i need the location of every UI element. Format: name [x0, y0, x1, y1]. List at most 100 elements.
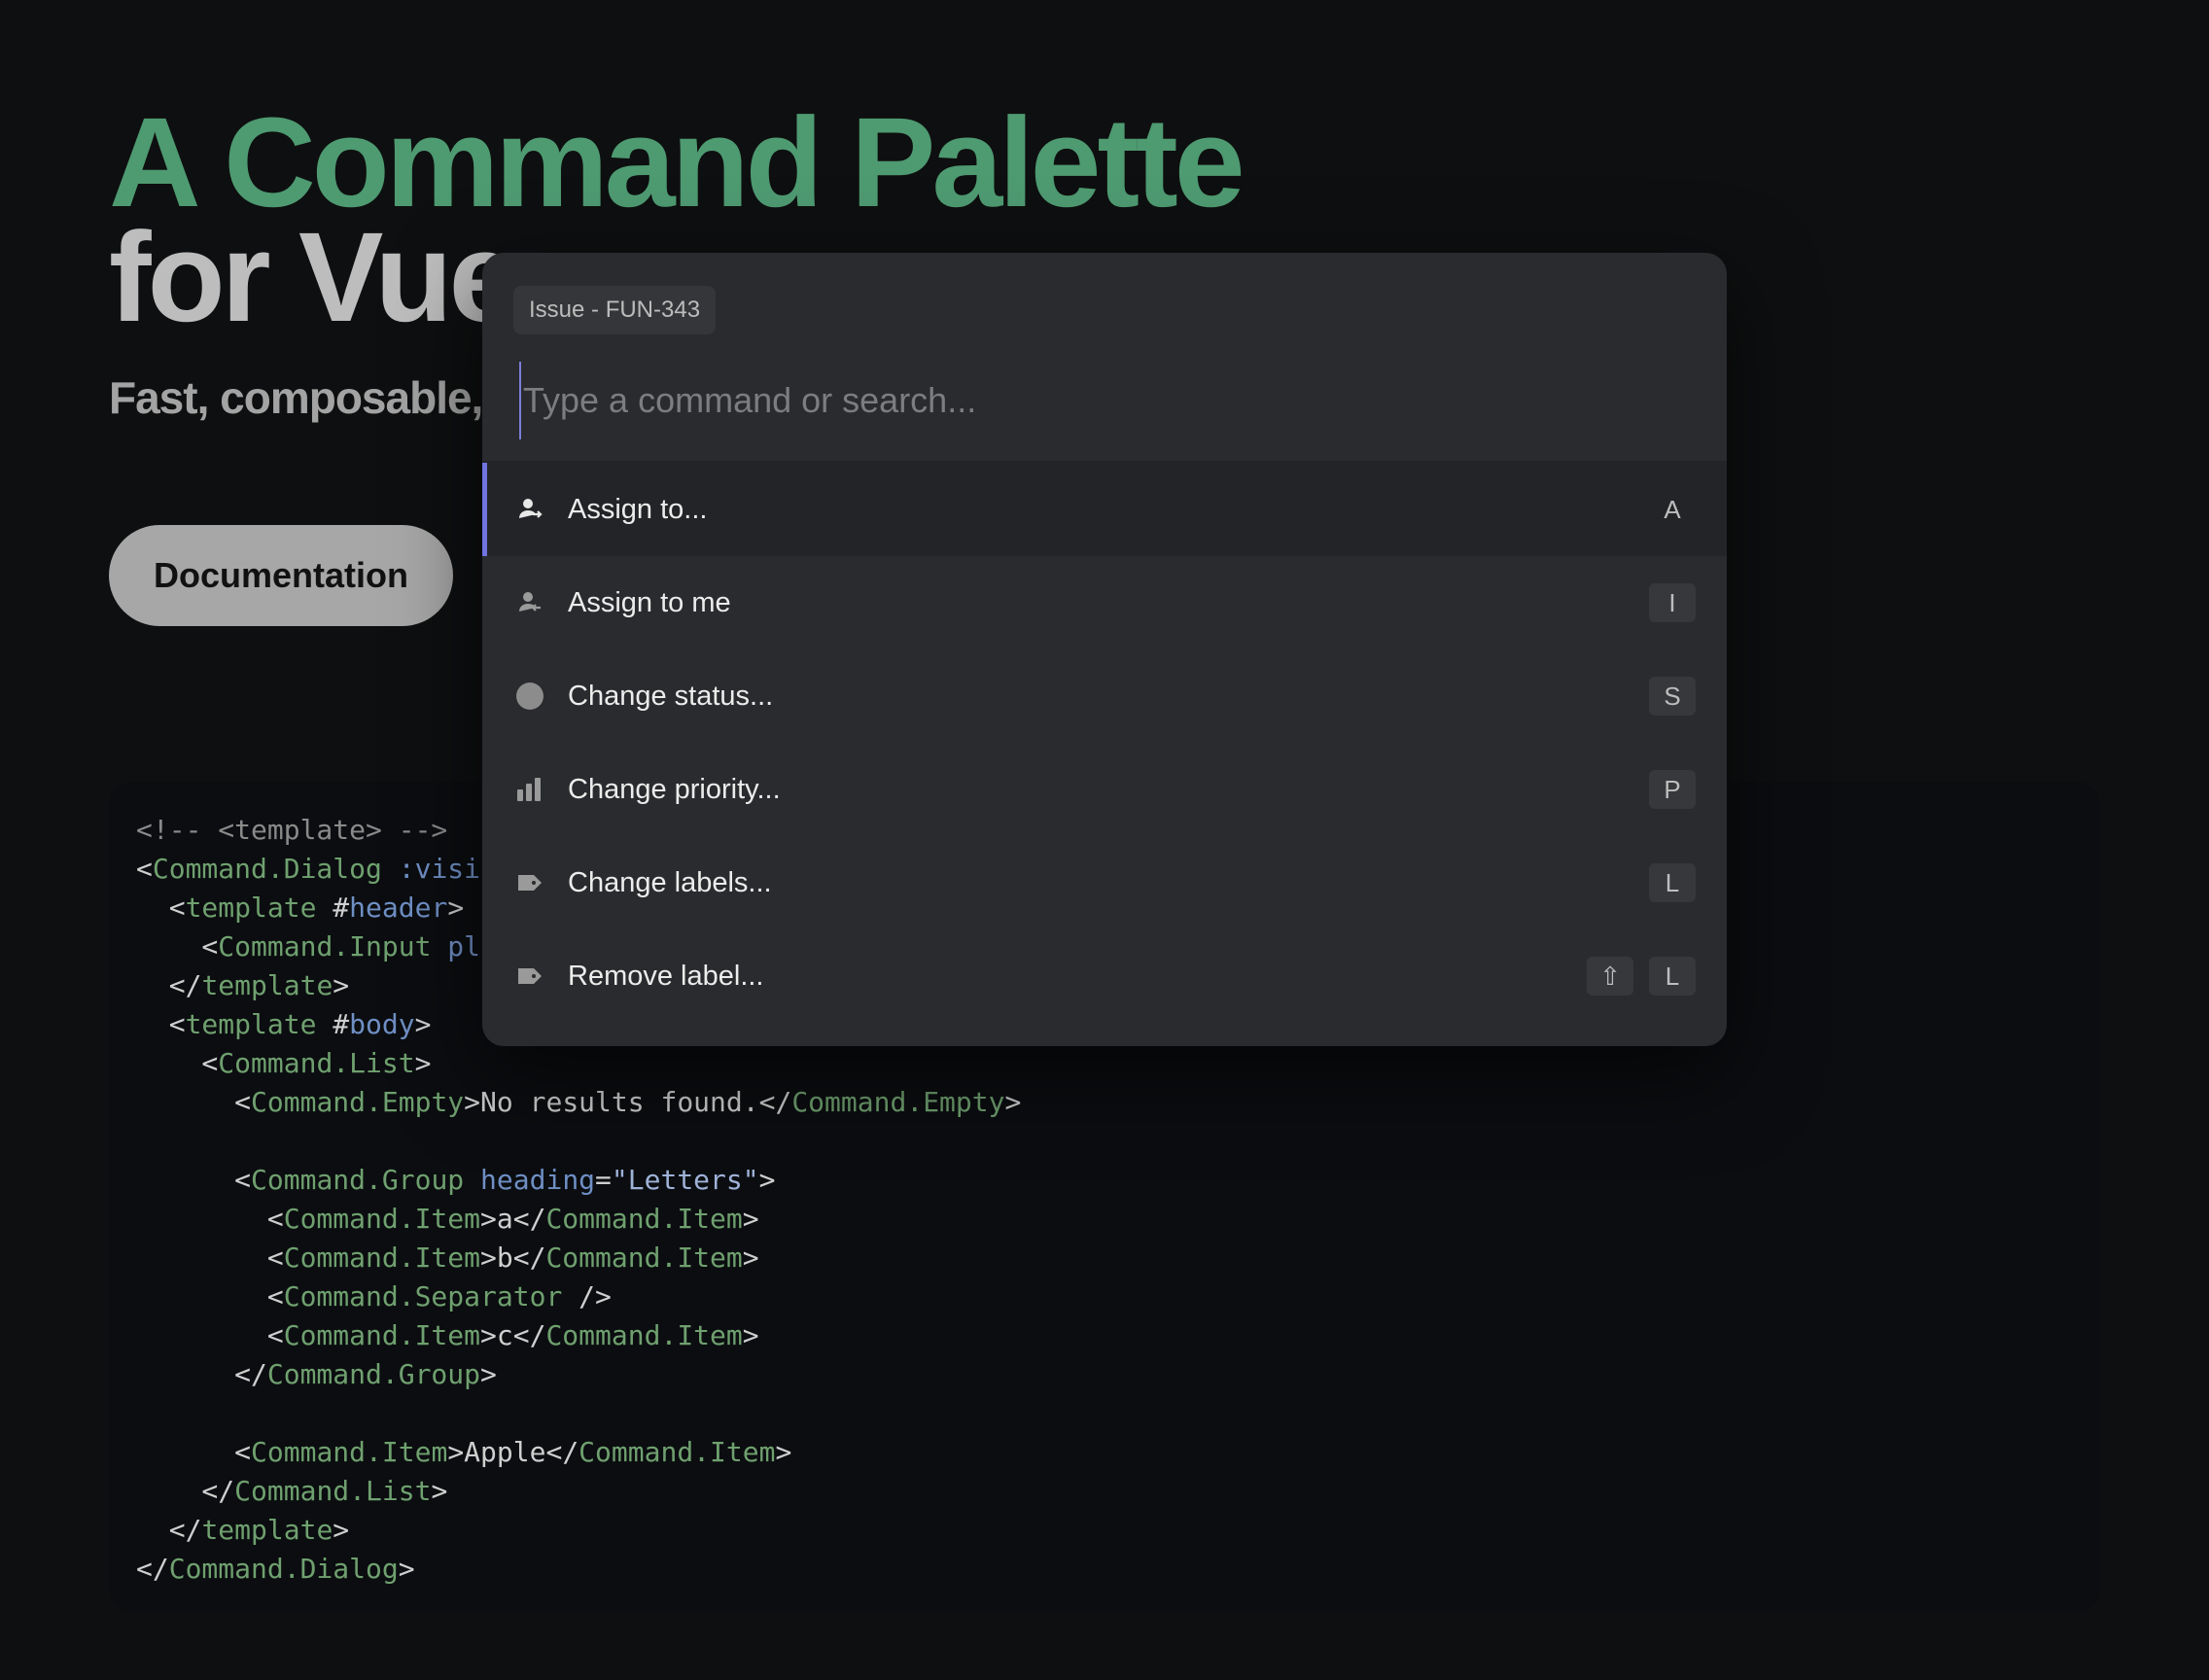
code-token: Command.Item	[579, 1436, 776, 1468]
code-token: >	[742, 1319, 759, 1351]
code-token: "Letters"	[611, 1164, 759, 1196]
code-token: Command.Item	[545, 1242, 743, 1274]
command-palette-dialog: Issue - FUN-343 Assign to... A Assign to m…	[482, 253, 1727, 1046]
command-item[interactable]: Change priority... P	[482, 743, 1727, 836]
hero-subtitle: Fast, composable,	[109, 372, 483, 423]
code-token: </	[136, 1358, 267, 1390]
code-token: Command.Group	[266, 1358, 481, 1390]
code-token: >No results found.</	[464, 1086, 792, 1118]
command-item[interactable]: Change status... S	[482, 649, 1727, 743]
code-token: </	[136, 1553, 169, 1585]
issue-badge: Issue - FUN-343	[513, 286, 717, 334]
command-item-label: Assign to...	[568, 493, 708, 525]
code-token: Command.Dialog	[168, 1553, 399, 1585]
code-token: >	[333, 969, 350, 1001]
code-token: Command.Item	[545, 1203, 743, 1235]
palette-header: Issue - FUN-343	[482, 253, 1727, 463]
code-line: <Command.Item>Apple</Command.Item>	[136, 1433, 2073, 1472]
shortcut-key: P	[1649, 770, 1696, 809]
shortcut-key: L	[1649, 863, 1696, 902]
code-token: template	[201, 969, 333, 1001]
code-token: >	[775, 1436, 792, 1468]
code-line: <Command.Separator />	[136, 1278, 2073, 1316]
code-token: <	[136, 1203, 284, 1235]
code-token: Command.Dialog	[152, 853, 382, 885]
command-item[interactable]: Assign to me I	[482, 556, 1727, 649]
code-token: <	[136, 892, 186, 924]
command-item-label: Change status...	[568, 680, 774, 712]
code-token: />	[562, 1280, 612, 1312]
code-line: </template>	[136, 1511, 2073, 1550]
code-token: Command.List	[218, 1047, 415, 1079]
code-token: >	[398, 1553, 415, 1585]
command-list: Assign to... A Assign to me I Change status.…	[482, 463, 1727, 1023]
code-token: >	[758, 1164, 776, 1196]
priority-bars-icon	[515, 775, 544, 804]
documentation-button[interactable]: Documentation	[109, 525, 453, 626]
code-token: Command.Empty	[251, 1086, 465, 1118]
code-line: <Command.Item>b</Command.Item>	[136, 1239, 2073, 1278]
code-token: Command.Item	[251, 1436, 448, 1468]
code-token: <	[136, 1242, 284, 1274]
command-item-label: Remove label...	[568, 960, 764, 992]
code-token: body	[349, 1008, 415, 1040]
code-token: >	[742, 1242, 759, 1274]
command-search-input[interactable]	[519, 362, 1686, 439]
shortcut-key: ⇧	[1587, 957, 1633, 996]
code-token: <	[136, 1280, 284, 1312]
code-token: Command.List	[234, 1475, 432, 1507]
shortcut-key: I	[1649, 583, 1696, 622]
code-token: header	[349, 892, 448, 924]
status-circle-icon	[515, 682, 544, 711]
label-tag-icon	[515, 962, 544, 991]
code-token: <	[136, 1086, 252, 1118]
code-token: </	[136, 1514, 202, 1546]
code-token: template	[185, 1008, 317, 1040]
code-token: <	[136, 1164, 252, 1196]
code-token: #	[316, 892, 350, 924]
code-token: <	[136, 1436, 252, 1468]
code-token: >a</	[480, 1203, 546, 1235]
label-tag-icon	[515, 868, 544, 897]
code-line: <Command.Group heading="Letters">	[136, 1161, 2073, 1200]
code-token: pl	[431, 930, 481, 962]
code-token: >	[1004, 1086, 1022, 1118]
code-token: >	[414, 1008, 432, 1040]
command-item[interactable]: Change labels... L	[482, 836, 1727, 929]
command-item[interactable]: Assign to... A	[482, 463, 1727, 556]
command-item[interactable]: Remove label... ⇧ L	[482, 929, 1727, 1023]
code-token: #	[316, 1008, 350, 1040]
assign-self-icon	[515, 588, 544, 617]
code-token: >	[431, 1475, 448, 1507]
command-item-label: Assign to me	[568, 586, 731, 618]
code-line: </Command.Dialog>	[136, 1550, 2073, 1589]
code-token: </	[136, 1475, 235, 1507]
code-token: Command.Input	[218, 930, 432, 962]
code-token: >	[480, 1358, 497, 1390]
hero-title: A Command Palette	[109, 90, 1245, 233]
code-token: Command.Item	[283, 1319, 481, 1351]
code-token: Command.Item	[283, 1242, 481, 1274]
shortcut-key: S	[1649, 677, 1696, 716]
code-token: Command.Item	[545, 1319, 743, 1351]
code-token: >c</	[480, 1319, 546, 1351]
code-token: heading	[464, 1164, 596, 1196]
code-token: >	[447, 892, 465, 924]
command-item-label: Change labels...	[568, 866, 772, 898]
code-line: <Command.Empty>No results found.</Comman…	[136, 1083, 2073, 1122]
code-token: <	[136, 930, 219, 962]
shortcut-key: L	[1649, 957, 1696, 996]
code-token: template	[185, 892, 317, 924]
code-line: <Command.Item>c</Command.Item>	[136, 1316, 2073, 1355]
code-token: >b</	[480, 1242, 546, 1274]
code-token: Command.Item	[283, 1203, 481, 1235]
code-token: <	[136, 1047, 219, 1079]
code-line: </Command.List>	[136, 1472, 2073, 1511]
code-token: Command.Separator	[283, 1280, 563, 1312]
code-token: Command.Group	[251, 1164, 465, 1196]
code-token: <	[136, 1008, 186, 1040]
shortcut-key: A	[1664, 494, 1681, 524]
code-line: <Command.Item>a</Command.Item>	[136, 1200, 2073, 1239]
